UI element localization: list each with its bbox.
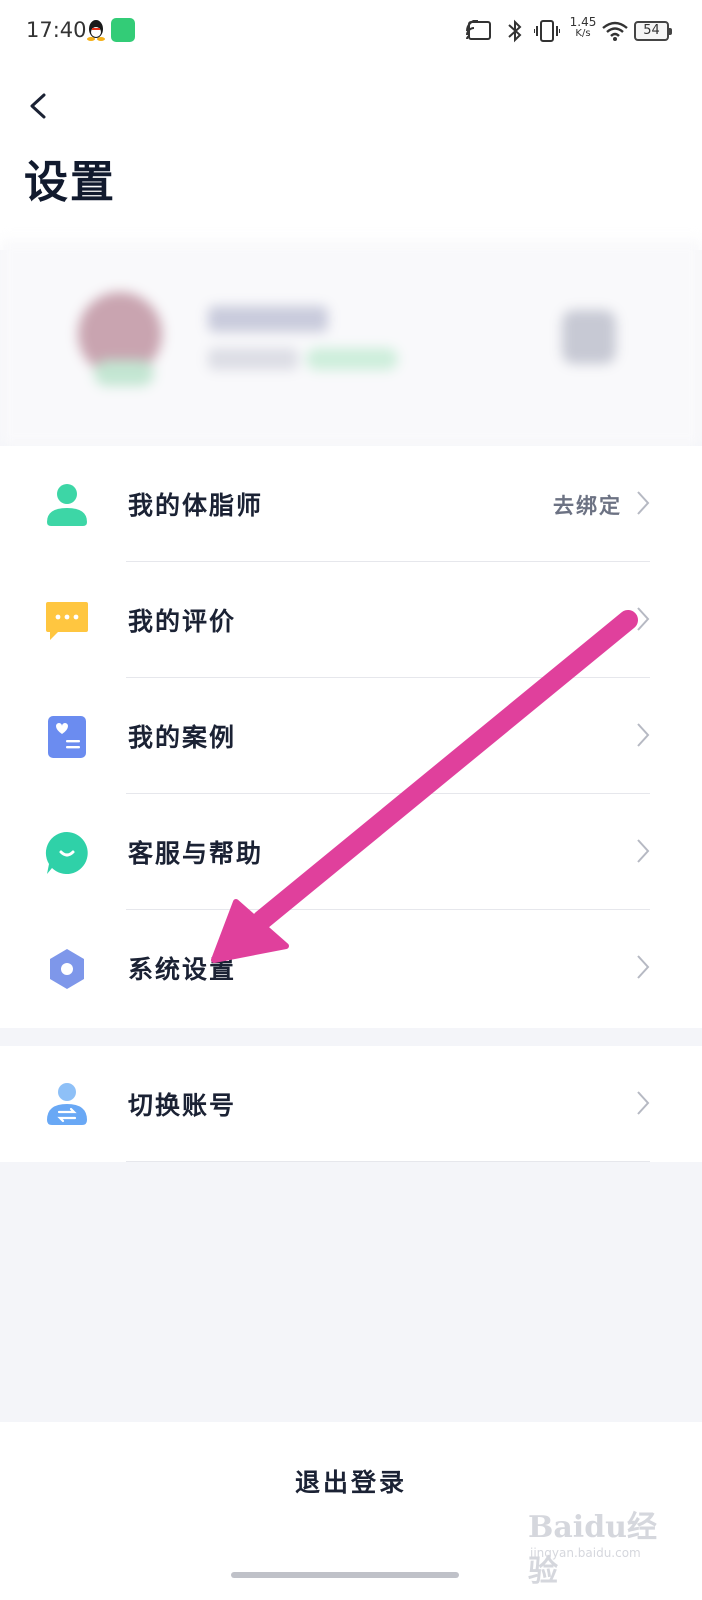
bind-status-link[interactable]: 去绑定 (553, 490, 622, 520)
back-arrow-icon[interactable] (26, 92, 54, 120)
qr-code-icon[interactable] (562, 310, 616, 364)
battery-indicator: 54 (634, 21, 672, 41)
baidu-watermark: Baidu经验 jingyan.baidu.com (528, 1496, 658, 1589)
case-card-icon (48, 716, 86, 758)
chevron-right-icon (637, 839, 650, 863)
home-indicator[interactable] (231, 1572, 459, 1578)
profile-name-blurred (208, 306, 328, 332)
status-time: 17:40 (26, 18, 87, 42)
settings-menu: 我的体脂师 去绑定 我的评价 我的案例 客服与帮助 系统设置 (0, 446, 702, 1028)
menu-item-my-reviews[interactable]: 我的评价 (0, 562, 702, 678)
network-speed-value: 1.45 (569, 15, 597, 29)
menu-item-label: 我的案例 (128, 723, 237, 752)
app-icon (111, 18, 135, 42)
menu-item-customer-service[interactable]: 客服与帮助 (0, 794, 702, 910)
profile-tag-blurred (306, 348, 398, 370)
vibrate-icon (534, 20, 560, 42)
menu-item-system-settings[interactable]: 系统设置 (0, 910, 702, 1026)
profile-subtitle-blurred (208, 348, 298, 370)
menu-item-label: 我的评价 (128, 607, 237, 636)
profile-card[interactable] (0, 240, 702, 446)
chevron-right-icon (637, 491, 650, 515)
watermark-url: jingyan.baidu.com (530, 1546, 641, 1560)
cast-icon (466, 20, 491, 40)
network-speed: 1.45 K/s (566, 16, 600, 40)
network-speed-unit: K/s (575, 28, 591, 39)
menu-item-label: 客服与帮助 (128, 839, 264, 868)
menu-item-switch-account[interactable]: 切换账号 (0, 1046, 702, 1162)
avatar-badge (94, 360, 154, 386)
status-bar: 17:40 1.45 K/s 54 (0, 0, 702, 64)
user-icon (47, 484, 87, 526)
support-chat-icon (45, 831, 88, 874)
menu-item-label: 系统设置 (128, 955, 237, 984)
menu-item-my-coach[interactable]: 我的体脂师 去绑定 (0, 446, 702, 562)
account-menu: 切换账号 (0, 1046, 702, 1162)
bluetooth-icon (508, 19, 522, 43)
chevron-right-icon (637, 955, 650, 979)
chevron-right-icon (637, 723, 650, 747)
wifi-icon (602, 21, 628, 41)
divider (126, 1161, 650, 1162)
chevron-right-icon (637, 1091, 650, 1115)
hexagon-settings-icon (50, 949, 84, 989)
qq-icon (87, 20, 105, 41)
menu-item-label: 切换账号 (128, 1091, 237, 1120)
menu-item-label: 我的体脂师 (128, 491, 264, 520)
menu-item-my-cases[interactable]: 我的案例 (0, 678, 702, 794)
chevron-right-icon (637, 607, 650, 631)
switch-user-icon (47, 1083, 87, 1125)
chat-bubble-icon (46, 602, 88, 640)
page-title: 设置 (24, 157, 116, 208)
